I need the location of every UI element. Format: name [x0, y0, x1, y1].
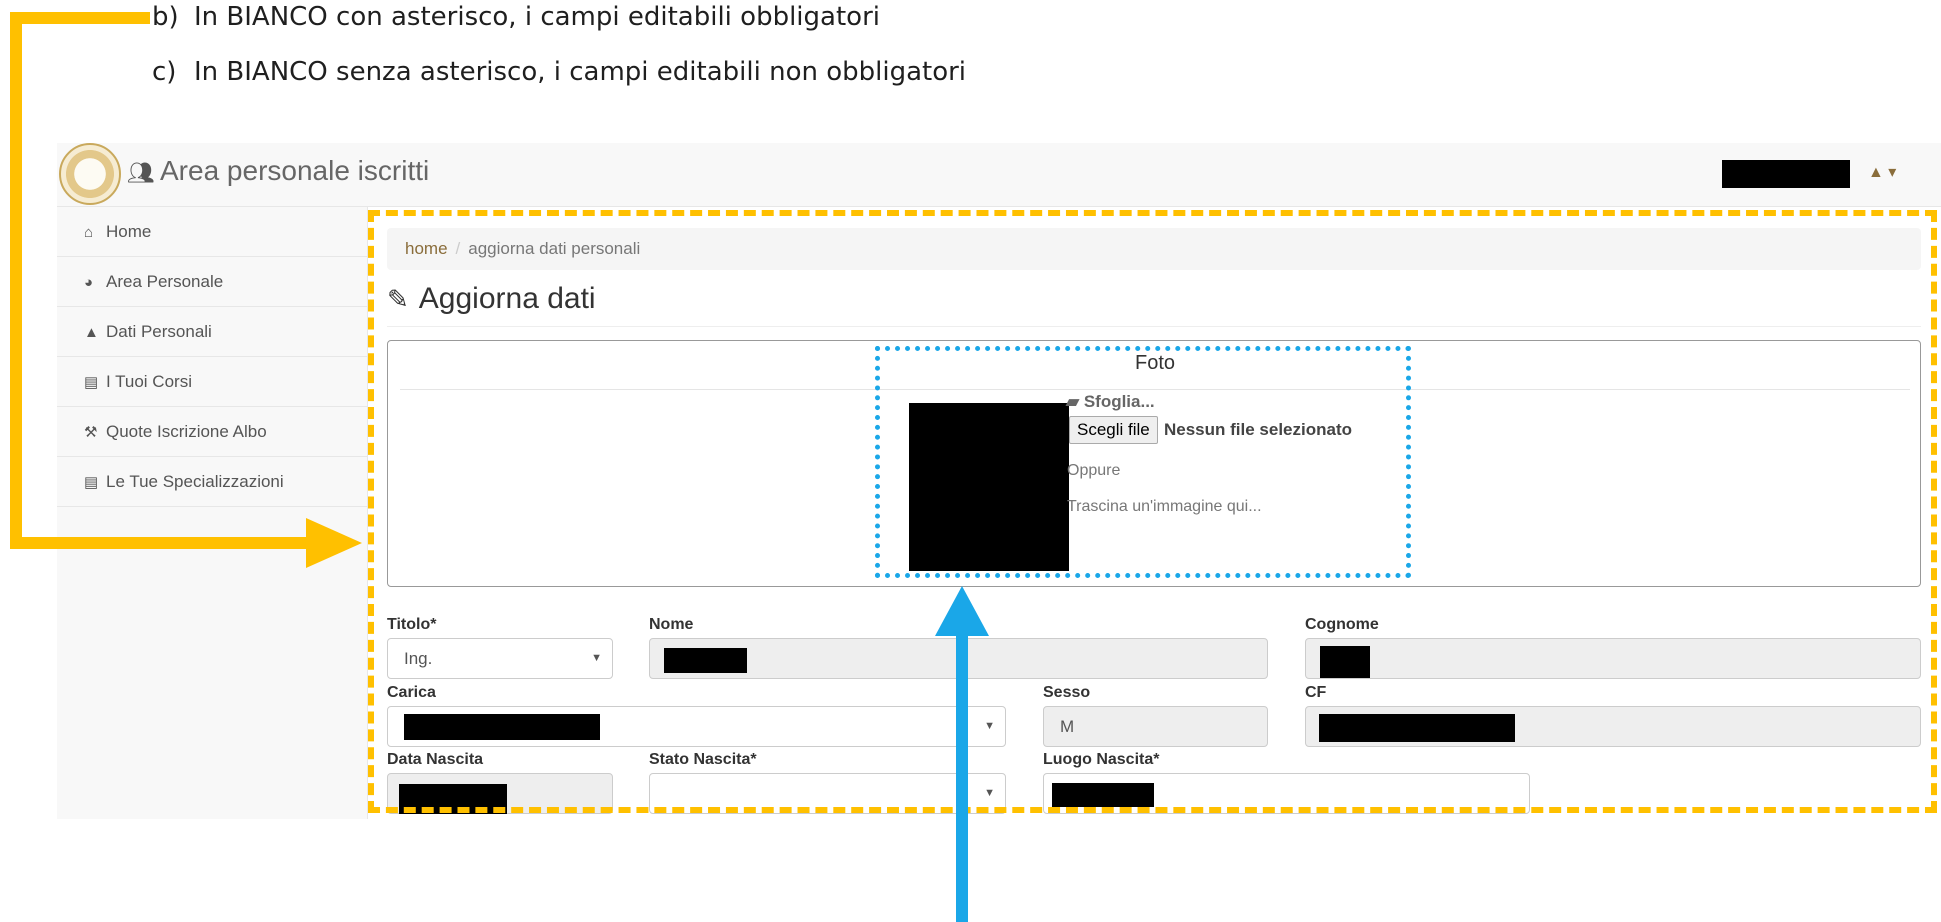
calendar-icon: ▤	[84, 374, 99, 391]
note-b-label: b)	[152, 2, 179, 32]
sidebar-item-label: Le Tue Specializzazioni	[106, 472, 284, 491]
users-icon: 👥︎	[127, 160, 155, 185]
redacted-username	[1722, 160, 1850, 188]
blue-arrow	[935, 586, 989, 922]
annotation-note-b: b) In BIANCO con asterisco, i campi edita…	[152, 2, 880, 32]
yellow-arrow-vertical-segment	[10, 12, 22, 549]
order-logo	[59, 143, 121, 205]
gavel-icon: ⚒	[84, 424, 98, 441]
note-c-text: In BIANCO senza asterisco, i campi edita…	[194, 57, 967, 87]
annotation-note-c: c) In BIANCO senza asterisco, i campi edi…	[152, 57, 966, 87]
yellow-arrow-bottom-segment	[10, 537, 310, 549]
note-b-text: In BIANCO con asterisco, i campi editabi…	[194, 2, 880, 32]
sidebar-item-home[interactable]: ⌂ Home	[57, 207, 368, 257]
yellow-arrow-top-segment	[10, 12, 145, 24]
blue-dotted-highlight	[875, 346, 1411, 578]
user-menu-button[interactable]: ▲ ▾	[1868, 162, 1896, 182]
sidebar-item-specializzazioni[interactable]: ▤ Le Tue Specializzazioni	[57, 457, 368, 507]
sidebar-item-label: Quote Iscrizione Albo	[106, 422, 267, 441]
calendar-icon: ▤	[84, 474, 99, 491]
sidebar-item-area-personale[interactable]: ◕ Area Personale	[57, 257, 368, 307]
dashboard-icon: ◕	[84, 274, 94, 291]
user-icon: ▲	[84, 324, 99, 341]
sidebar-item-dati-personali[interactable]: ▲ Dati Personali	[57, 307, 368, 357]
user-icon: ▲	[1868, 164, 1884, 181]
sidebar-item-label: Area Personale	[106, 272, 224, 291]
sidebar-item-label: Home	[106, 222, 152, 241]
sidebar-item-corsi[interactable]: ▤ I Tuoi Corsi	[57, 357, 368, 407]
sidebar-item-label: Dati Personali	[106, 322, 212, 341]
chevron-down-icon: ▾	[1888, 164, 1897, 181]
sidebar-item-label: I Tuoi Corsi	[106, 372, 192, 391]
note-c-label: c)	[152, 57, 177, 87]
sidebar-item-quote[interactable]: ⚒ Quote Iscrizione Albo	[57, 407, 368, 457]
app-title: Area personale iscritti	[160, 155, 430, 186]
yellow-arrow-head	[306, 518, 362, 568]
home-icon: ⌂	[84, 224, 94, 241]
